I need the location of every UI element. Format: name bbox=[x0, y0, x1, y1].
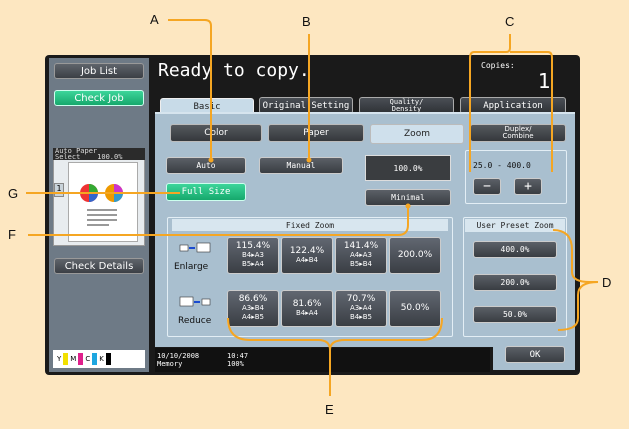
callout-lines bbox=[26, 19, 599, 396]
manual-figure: Job List Check Job Auto Paper Select 100… bbox=[0, 0, 629, 429]
callout-line-f bbox=[28, 206, 409, 236]
callout-b: B bbox=[302, 14, 311, 29]
callout-line-e-right bbox=[329, 317, 443, 351]
callout-e: E bbox=[325, 402, 334, 417]
callout-f: F bbox=[8, 227, 16, 242]
callout-line-a bbox=[168, 19, 212, 160]
callout-a: A bbox=[150, 12, 159, 27]
callout-line-d-bottom bbox=[557, 281, 599, 331]
callout-line-e-left bbox=[227, 317, 331, 396]
callout-line-c-left bbox=[469, 34, 511, 172]
callout-line-d-top bbox=[552, 229, 598, 283]
callout-d: D bbox=[602, 275, 612, 290]
callout-line-c-right bbox=[510, 51, 553, 172]
callout-g: G bbox=[8, 186, 19, 201]
callout-c: C bbox=[505, 14, 515, 29]
